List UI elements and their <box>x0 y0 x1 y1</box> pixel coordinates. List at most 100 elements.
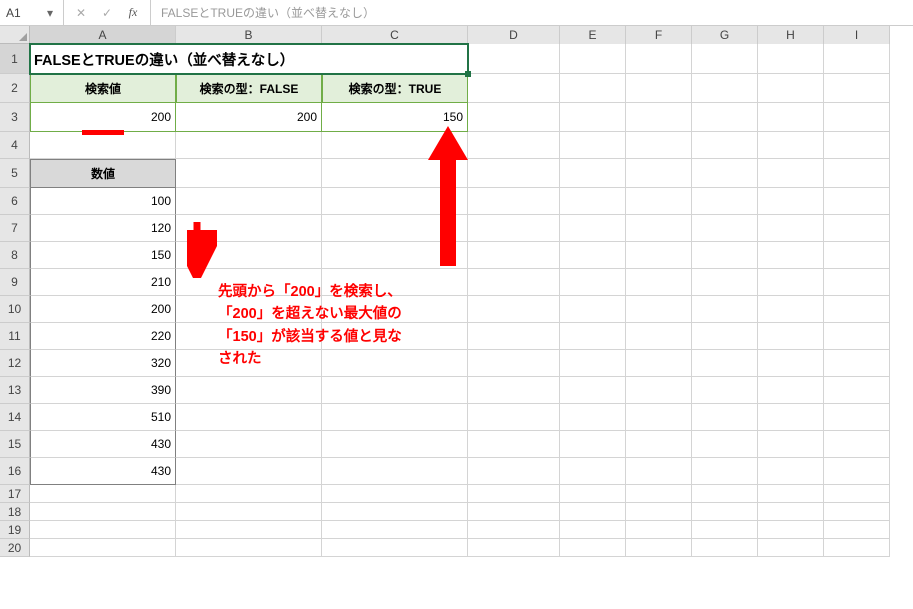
cell-C14[interactable] <box>322 404 468 431</box>
row-header-15[interactable]: 15 <box>0 431 30 458</box>
column-header-e[interactable]: E <box>560 26 626 44</box>
column-header-c[interactable]: C <box>322 26 468 44</box>
cell-F13[interactable] <box>626 377 692 404</box>
row-header-1[interactable]: 1 <box>0 44 30 74</box>
row-header-8[interactable]: 8 <box>0 242 30 269</box>
cell-F7[interactable] <box>626 215 692 242</box>
name-box[interactable]: A1 ▾ <box>0 0 64 25</box>
row-header-19[interactable]: 19 <box>0 521 30 539</box>
cell-D5[interactable] <box>468 159 560 188</box>
cell-G13[interactable] <box>692 377 758 404</box>
cell-B5[interactable] <box>176 159 322 188</box>
cell-D13[interactable] <box>468 377 560 404</box>
cell-D7[interactable] <box>468 215 560 242</box>
cell-H2[interactable] <box>758 74 824 103</box>
cell-G20[interactable] <box>692 539 758 557</box>
cell-A17[interactable] <box>30 485 176 503</box>
cell-H15[interactable] <box>758 431 824 458</box>
cell-G15[interactable] <box>692 431 758 458</box>
cell-F12[interactable] <box>626 350 692 377</box>
cell-F17[interactable] <box>626 485 692 503</box>
cell-I19[interactable] <box>824 521 890 539</box>
cell-I9[interactable] <box>824 269 890 296</box>
cell-B16[interactable] <box>176 458 322 485</box>
cell-D14[interactable] <box>468 404 560 431</box>
cell-G5[interactable] <box>692 159 758 188</box>
column-header-b[interactable]: B <box>176 26 322 44</box>
cell-A19[interactable] <box>30 521 176 539</box>
cell-D2[interactable] <box>468 74 560 103</box>
enter-icon[interactable]: ✓ <box>95 3 119 23</box>
cell-I7[interactable] <box>824 215 890 242</box>
cell-A4[interactable] <box>30 132 176 159</box>
cell-G19[interactable] <box>692 521 758 539</box>
cell-H9[interactable] <box>758 269 824 296</box>
cell-H1[interactable] <box>758 44 824 74</box>
cell-G11[interactable] <box>692 323 758 350</box>
cell-D12[interactable] <box>468 350 560 377</box>
column-header-f[interactable]: F <box>626 26 692 44</box>
cell-E19[interactable] <box>560 521 626 539</box>
cell-D9[interactable] <box>468 269 560 296</box>
cell-A10[interactable]: 200 <box>30 296 176 323</box>
cell-F8[interactable] <box>626 242 692 269</box>
cell-G6[interactable] <box>692 188 758 215</box>
cell-D18[interactable] <box>468 503 560 521</box>
cell-A6[interactable]: 100 <box>30 188 176 215</box>
cell-F10[interactable] <box>626 296 692 323</box>
cell-F6[interactable] <box>626 188 692 215</box>
cell-D3[interactable] <box>468 103 560 132</box>
cell-F20[interactable] <box>626 539 692 557</box>
cell-C2[interactable]: 検索の型：TRUE <box>322 74 468 103</box>
cell-A18[interactable] <box>30 503 176 521</box>
cell-H5[interactable] <box>758 159 824 188</box>
cell-H4[interactable] <box>758 132 824 159</box>
cell-H3[interactable] <box>758 103 824 132</box>
cell-E13[interactable] <box>560 377 626 404</box>
column-header-a[interactable]: A <box>30 26 176 44</box>
cell-C15[interactable] <box>322 431 468 458</box>
row-header-10[interactable]: 10 <box>0 296 30 323</box>
cell-E17[interactable] <box>560 485 626 503</box>
cell-I5[interactable] <box>824 159 890 188</box>
row-header-7[interactable]: 7 <box>0 215 30 242</box>
cell-E9[interactable] <box>560 269 626 296</box>
cell-F18[interactable] <box>626 503 692 521</box>
cell-B2[interactable]: 検索の型：FALSE <box>176 74 322 103</box>
cell-D4[interactable] <box>468 132 560 159</box>
cell-I8[interactable] <box>824 242 890 269</box>
cell-I4[interactable] <box>824 132 890 159</box>
row-header-12[interactable]: 12 <box>0 350 30 377</box>
cell-A20[interactable] <box>30 539 176 557</box>
cell-I6[interactable] <box>824 188 890 215</box>
cell-G12[interactable] <box>692 350 758 377</box>
cell-G7[interactable] <box>692 215 758 242</box>
cell-B13[interactable] <box>176 377 322 404</box>
cell-E4[interactable] <box>560 132 626 159</box>
cell-I20[interactable] <box>824 539 890 557</box>
cell-F16[interactable] <box>626 458 692 485</box>
cell-C13[interactable] <box>322 377 468 404</box>
cell-I12[interactable] <box>824 350 890 377</box>
cell-F4[interactable] <box>626 132 692 159</box>
cell-B3[interactable]: 200 <box>176 103 322 132</box>
column-header-g[interactable]: G <box>692 26 758 44</box>
cell-B20[interactable] <box>176 539 322 557</box>
row-header-14[interactable]: 14 <box>0 404 30 431</box>
cell-G2[interactable] <box>692 74 758 103</box>
cell-F11[interactable] <box>626 323 692 350</box>
cell-D6[interactable] <box>468 188 560 215</box>
cell-F3[interactable] <box>626 103 692 132</box>
cell-A1[interactable]: FALSEとTRUEの違い（並べ替えなし） <box>30 44 468 74</box>
cell-F2[interactable] <box>626 74 692 103</box>
cell-A9[interactable]: 210 <box>30 269 176 296</box>
cell-E18[interactable] <box>560 503 626 521</box>
cell-A16[interactable]: 430 <box>30 458 176 485</box>
cell-B19[interactable] <box>176 521 322 539</box>
cell-B18[interactable] <box>176 503 322 521</box>
row-header-16[interactable]: 16 <box>0 458 30 485</box>
cell-H8[interactable] <box>758 242 824 269</box>
cell-I3[interactable] <box>824 103 890 132</box>
cell-B15[interactable] <box>176 431 322 458</box>
cell-A15[interactable]: 430 <box>30 431 176 458</box>
